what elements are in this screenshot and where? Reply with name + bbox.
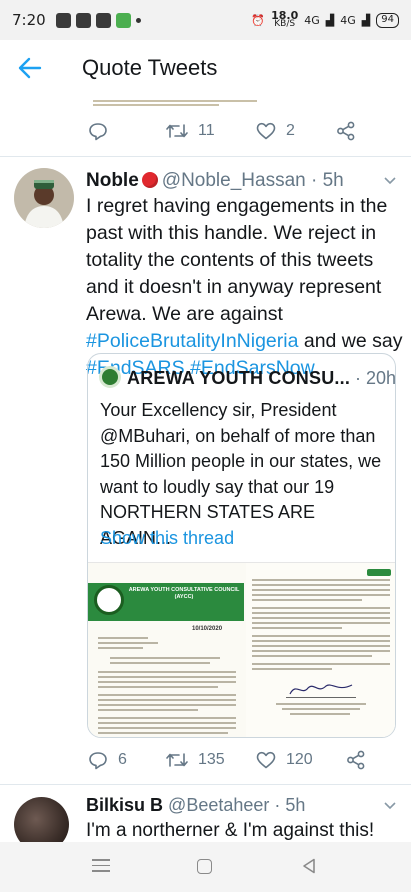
- share-button[interactable]: [346, 750, 366, 770]
- network-2: 4G: [340, 13, 356, 27]
- red-circle-emoji-icon: [141, 172, 158, 188]
- top-tweet-actions: 11 2: [88, 121, 356, 141]
- quoted-timestamp: · 20h: [355, 368, 396, 388]
- signature: [286, 680, 356, 698]
- heart-icon: [256, 122, 276, 140]
- avatar[interactable]: [14, 168, 74, 228]
- tweet-body-mid: and we say: [298, 330, 403, 352]
- letter-page-1: AREWA YOUTH CONSULTATIVE COUNCIL (AYCC) …: [88, 563, 244, 737]
- display-name[interactable]: Bilkisu B: [86, 795, 163, 815]
- net-speed-unit: KB/S: [274, 19, 296, 29]
- signal-icon: ▟: [325, 13, 335, 27]
- quoted-avatar: [99, 366, 121, 388]
- timestamp: · 5h: [310, 170, 344, 191]
- retweet-count: 135: [198, 751, 225, 768]
- chevron-down-icon[interactable]: [384, 177, 396, 185]
- display-name[interactable]: Noble: [86, 170, 139, 191]
- retweet-button[interactable]: 135: [166, 751, 256, 769]
- retweet-icon: [166, 753, 188, 767]
- battery-icon: 94: [376, 12, 399, 28]
- retweet-button[interactable]: 11: [166, 122, 256, 140]
- network-speed: 18.0 KB/S: [271, 10, 298, 29]
- system-status: ⏰ 18.0 KB/S 4G ▟ 4G ▟ 94: [251, 10, 399, 29]
- image-icon: [75, 12, 91, 28]
- divider: [0, 156, 411, 157]
- more-notifications-icon: [135, 17, 141, 23]
- retweet-icon: [166, 124, 188, 138]
- letter-date: 10/10/2020: [192, 626, 223, 632]
- quoted-display-name: AREWA YOUTH CONSU...: [127, 368, 351, 388]
- notification-icons: [55, 12, 141, 28]
- system-navigation-bar: [0, 842, 411, 892]
- like-button[interactable]: 120: [256, 751, 346, 769]
- org-logo-icon: [94, 585, 124, 615]
- letter-page-2: [246, 563, 395, 737]
- letterhead-org-name: AREWA YOUTH CONSULTATIVE COUNCIL (AYCC): [128, 587, 240, 600]
- divider: [0, 784, 411, 785]
- reply-count: 6: [118, 751, 127, 768]
- tweet-header: Noble @Noble_Hassan · 5h: [86, 170, 344, 192]
- tweet-text: I'm a northerner & I'm against this!: [86, 820, 375, 841]
- back-arrow-icon[interactable]: [18, 57, 44, 81]
- retweet-count: 11: [198, 122, 215, 139]
- timestamp: · 5h: [274, 795, 306, 815]
- status-bar: 7:20 ⏰ 18.0 KB/S 4G ▟ 4G ▟ 94: [0, 0, 411, 40]
- tweet-actions: 6 135 120: [88, 750, 366, 770]
- home-icon[interactable]: [197, 859, 212, 874]
- back-triangle-icon[interactable]: [302, 858, 316, 874]
- twitter-notification-icon: [95, 12, 111, 28]
- handle[interactable]: @Beetaheer: [168, 795, 269, 815]
- app-header: Quote Tweets: [0, 40, 411, 98]
- alarm-icon: ⏰: [251, 13, 266, 27]
- quoted-document-image[interactable]: AREWA YOUTH CONSULTATIVE COUNCIL (AYCC) …: [88, 562, 395, 737]
- reply-icon: [89, 122, 107, 140]
- reply-button[interactable]: 6: [88, 751, 166, 770]
- tweet-body: I regret having engagements in the past …: [86, 195, 388, 325]
- like-button[interactable]: 2: [256, 122, 336, 140]
- reply-tweet-header: Bilkisu B @Beetaheer · 5h: [86, 795, 305, 816]
- hashtag-link[interactable]: #PoliceBrutalityInNigeria: [86, 330, 298, 352]
- network-1: 4G: [304, 13, 320, 27]
- show-thread-link[interactable]: Show this thread: [100, 528, 234, 549]
- app-notification-icon: [115, 12, 131, 28]
- gallery-icon: [55, 12, 71, 28]
- chevron-down-icon[interactable]: [384, 802, 396, 810]
- page-badge: [367, 569, 391, 576]
- reply-icon: [89, 751, 107, 769]
- like-count: 120: [286, 751, 313, 768]
- quoted-media-fragment[interactable]: [85, 98, 265, 108]
- signal-icon: ▟: [361, 13, 371, 27]
- quoted-tweet-header: AREWA YOUTH CONSU... · 20h: [99, 366, 396, 389]
- page-title: Quote Tweets: [82, 55, 218, 80]
- recent-apps-icon[interactable]: [92, 859, 110, 873]
- handle[interactable]: @Noble_Hassan: [162, 170, 306, 191]
- share-button[interactable]: [336, 121, 356, 141]
- status-time: 7:20: [12, 11, 46, 29]
- reply-button[interactable]: [88, 122, 166, 141]
- share-icon: [347, 750, 365, 770]
- quoted-tweet-card[interactable]: AREWA YOUTH CONSU... · 20h Your Excellen…: [87, 353, 396, 738]
- like-count: 2: [286, 122, 295, 139]
- heart-icon: [256, 751, 276, 769]
- share-icon: [337, 121, 355, 141]
